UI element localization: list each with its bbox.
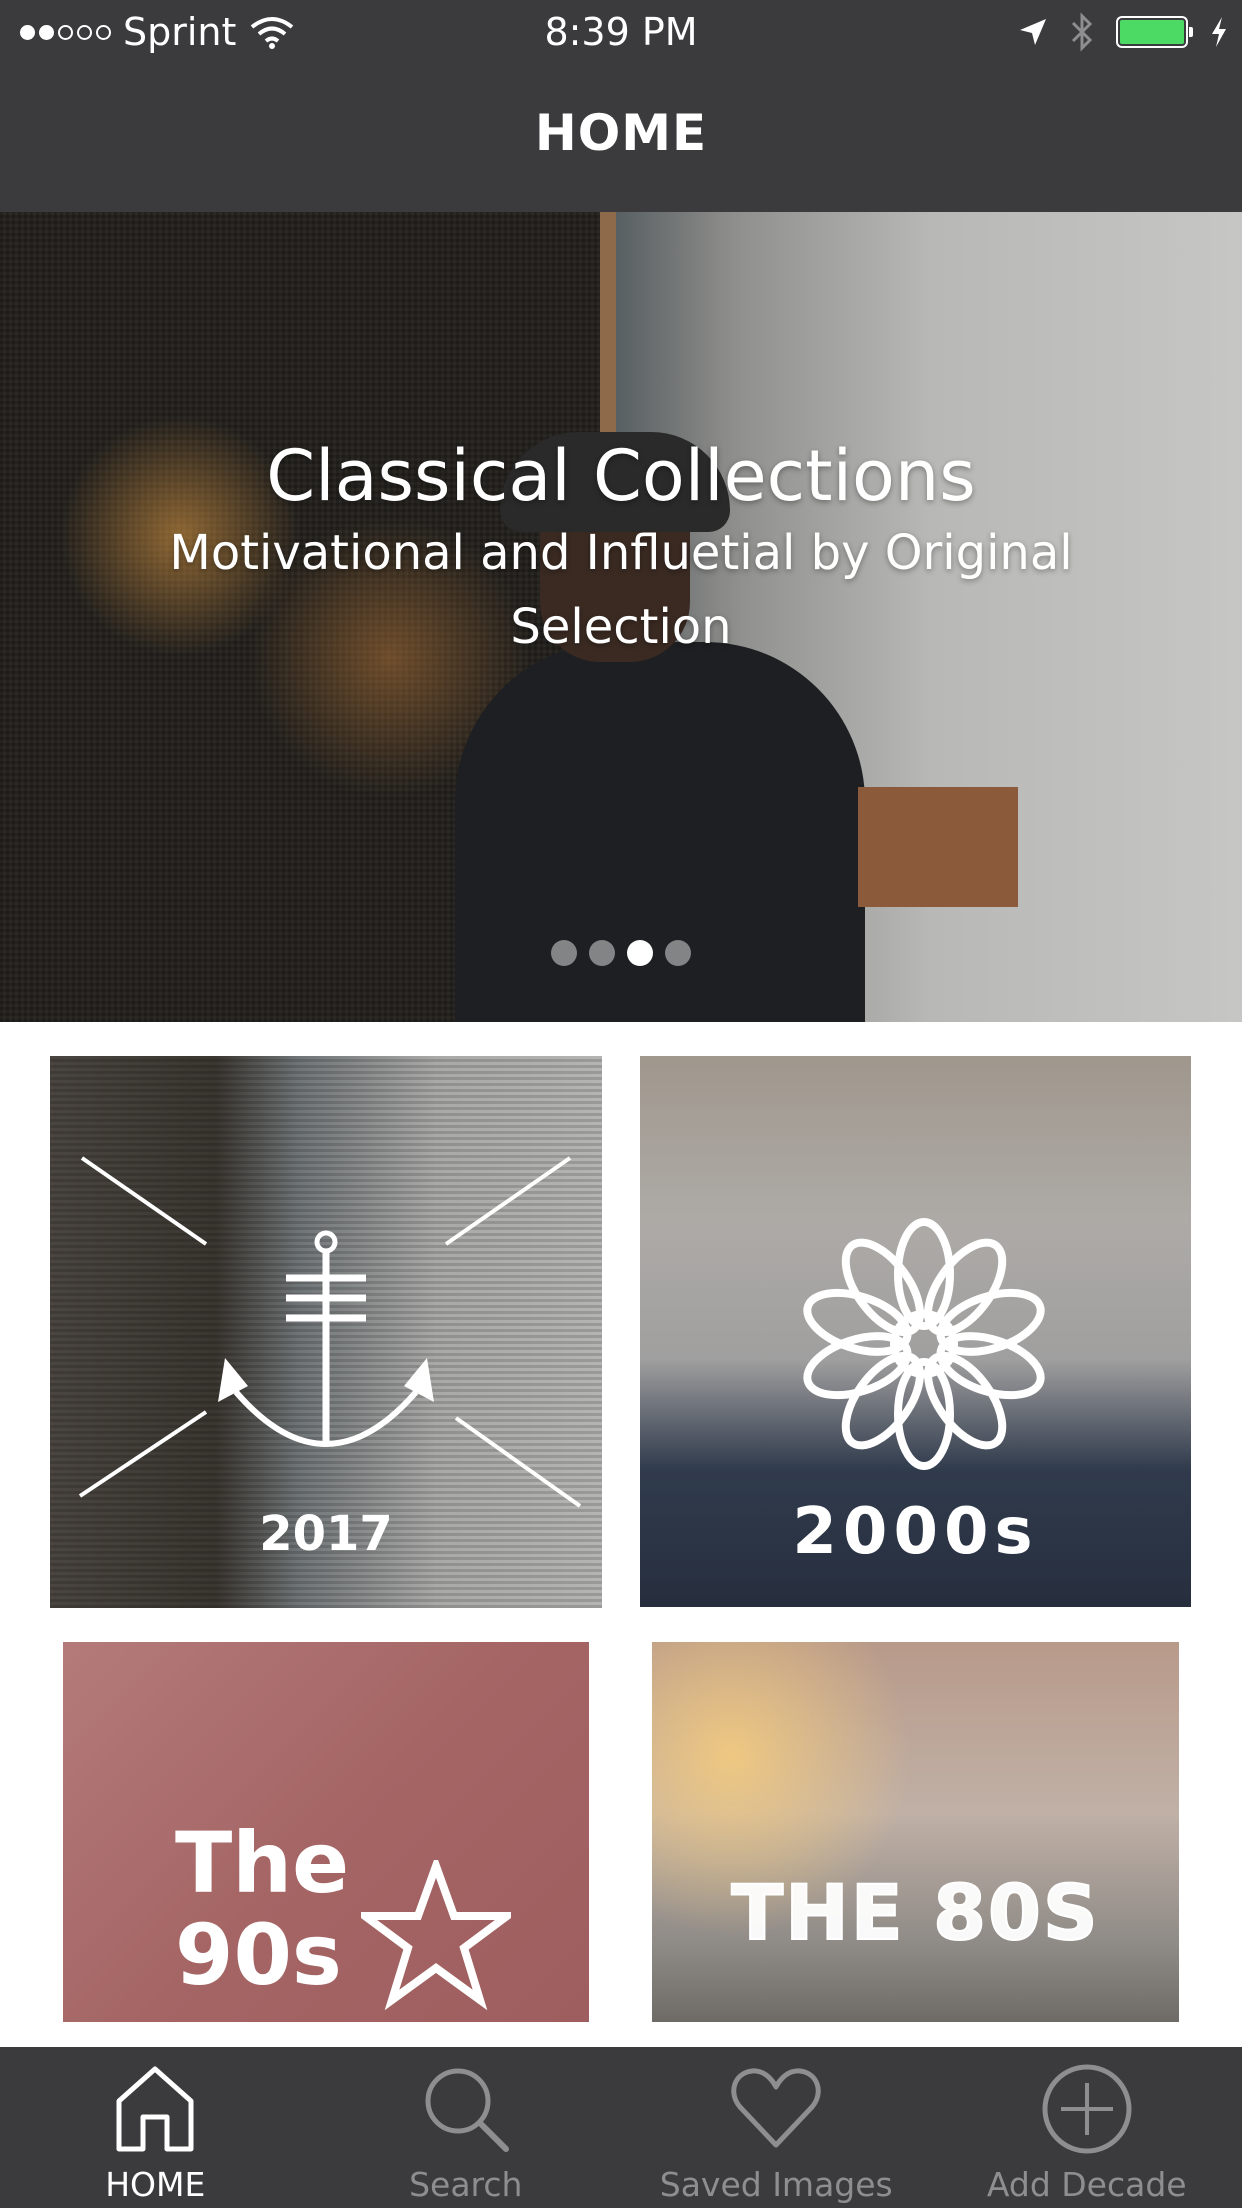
- page-dot-4[interactable]: [665, 940, 691, 966]
- top-bar: Sprint 8:39 PM HOME: [0, 0, 1242, 212]
- status-bar: Sprint 8:39 PM: [0, 0, 1242, 66]
- tile-label: 2017: [259, 1506, 393, 1562]
- star-icon: [361, 1860, 511, 2010]
- charging-bolt-icon: [1212, 17, 1226, 47]
- decade-tile-2017[interactable]: 2017: [50, 1056, 602, 1608]
- decade-tile-2000s[interactable]: 2000s: [640, 1056, 1191, 1607]
- tile-label: The 90s: [175, 1814, 350, 2004]
- page-dot-2[interactable]: [589, 940, 615, 966]
- tab-saved-images[interactable]: Saved Images: [621, 2047, 932, 2208]
- page-dot-3[interactable]: [627, 940, 653, 966]
- tab-label: Saved Images: [659, 2165, 893, 2204]
- tab-label: HOME: [105, 2165, 206, 2204]
- tab-label: Search: [409, 2165, 523, 2204]
- decade-tile-80s[interactable]: THE 80S: [652, 1642, 1179, 2022]
- add-circle-icon: [1042, 2064, 1132, 2154]
- tab-search[interactable]: Search: [311, 2047, 622, 2208]
- status-right: [1018, 12, 1228, 52]
- bluetooth-icon: [1071, 12, 1093, 52]
- decade-tile-90s[interactable]: The 90s: [63, 1642, 589, 2022]
- carousel-page-indicator[interactable]: [0, 940, 1242, 966]
- tab-bar: HOME Search Saved Images Add Decade: [0, 2047, 1242, 2208]
- battery-icon: [1116, 16, 1193, 48]
- hero-title: Classical Collections: [266, 435, 976, 517]
- hero-carousel[interactable]: Classical Collections Motivational and I…: [0, 212, 1242, 1022]
- heart-icon: [731, 2068, 821, 2148]
- home-icon: [116, 2066, 194, 2152]
- page-dot-1[interactable]: [551, 940, 577, 966]
- tile-label: 2000s: [792, 1495, 1039, 1569]
- tab-label: Add Decade: [986, 2165, 1187, 2204]
- tab-home[interactable]: HOME: [0, 2047, 311, 2208]
- tab-add-decade[interactable]: Add Decade: [932, 2047, 1242, 2208]
- hero-subtitle: Motivational and Influetial by Original …: [169, 525, 1073, 655]
- tile-label: THE 80S: [730, 1867, 1100, 1958]
- location-arrow-icon: [1020, 19, 1046, 45]
- page-title: HOME: [534, 104, 708, 162]
- search-icon: [425, 2068, 509, 2152]
